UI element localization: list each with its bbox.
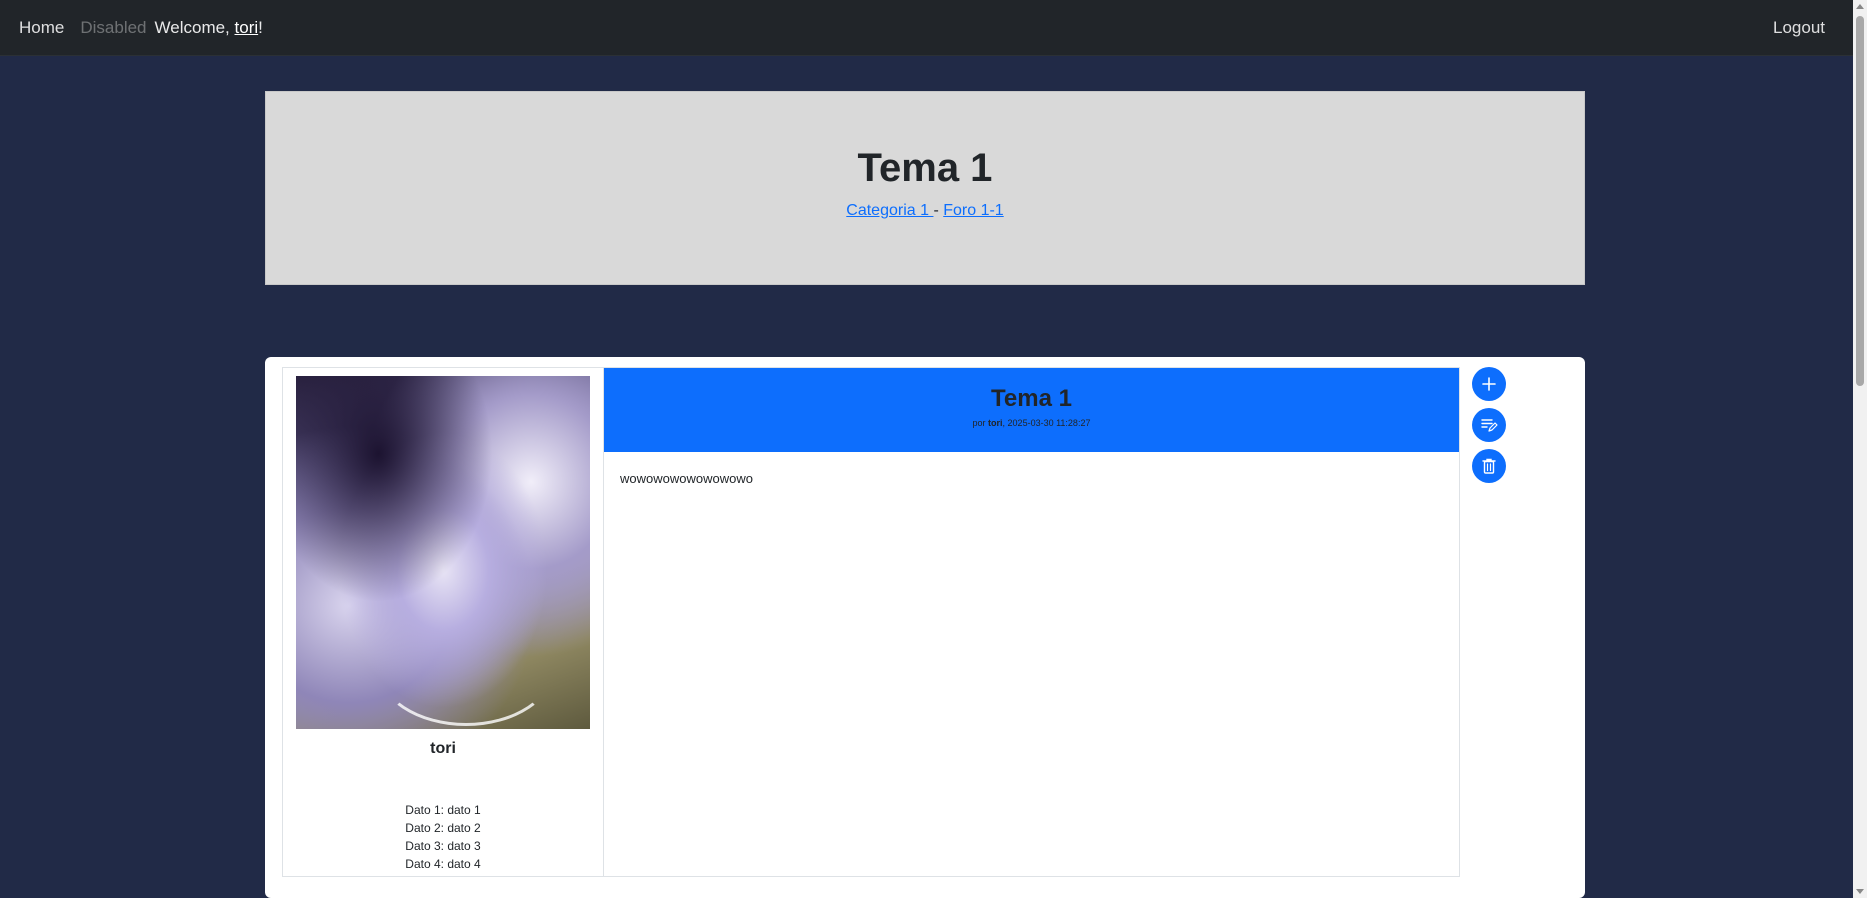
scroll-up-arrow-icon[interactable] <box>1856 4 1864 9</box>
welcome-prefix: Welcome, <box>154 17 235 37</box>
post-meta-date: , 2025-03-30 11:28:27 <box>1002 418 1091 429</box>
breadcrumb: Categoria 1 - Foro 1-1 <box>266 202 1584 220</box>
edit-icon <box>1481 419 1498 432</box>
post-card: tori Dato 1: dato 1 Dato 2: dato 2 Dato … <box>265 357 1585 898</box>
author-data-item: Dato 2: dato 2 <box>405 821 481 835</box>
navbar: Home Disabled Welcome, tori! Logout <box>0 0 1853 56</box>
welcome-suffix: ! <box>258 17 263 37</box>
page-scrollbar[interactable] <box>1853 0 1867 898</box>
author-panel: tori Dato 1: dato 1 Dato 2: dato 2 Dato … <box>282 367 603 877</box>
avatar <box>296 376 590 729</box>
scroll-thumb[interactable] <box>1856 16 1864 386</box>
trash-icon <box>1482 458 1496 474</box>
nav-disabled-link: Disabled <box>80 17 147 37</box>
topic-header: Tema 1 Categoria 1 - Foro 1-1 <box>265 91 1585 285</box>
breadcrumb-forum-link[interactable]: Foro 1-1 <box>943 202 1003 219</box>
post-body: wowowowowowowowo <box>620 471 753 486</box>
author-data-item: Dato 4: dato 4 <box>405 857 481 871</box>
welcome-text: Welcome, tori! <box>155 18 263 38</box>
scroll-down-arrow-icon[interactable] <box>1856 889 1864 894</box>
author-data-item: Dato 3: dato 3 <box>405 839 481 853</box>
add-button[interactable] <box>1472 367 1506 401</box>
post-header: Tema 1 por tori, 2025-03-30 11:28:27 <box>604 368 1459 452</box>
post-meta-author: tori <box>988 418 1003 429</box>
post-meta: por tori, 2025-03-30 11:28:27 <box>604 418 1459 428</box>
nav-home-link[interactable]: Home <box>19 18 64 38</box>
plus-icon <box>1482 377 1496 391</box>
delete-button[interactable] <box>1472 449 1506 483</box>
logout-link[interactable]: Logout <box>1773 18 1825 38</box>
author-name: tori <box>430 740 456 757</box>
post-title: Tema 1 <box>991 385 1072 412</box>
breadcrumb-category-link[interactable]: Categoria 1 <box>846 202 933 219</box>
author-data-list: Dato 1: dato 1 Dato 2: dato 2 Dato 3: da… <box>283 801 603 873</box>
author-data-item: Dato 1: dato 1 <box>405 803 481 817</box>
post-content-panel: Tema 1 por tori, 2025-03-30 11:28:27 wow… <box>603 367 1460 877</box>
post-actions <box>1472 367 1506 490</box>
username-link[interactable]: tori <box>235 18 259 37</box>
edit-button[interactable] <box>1472 408 1506 442</box>
post-meta-prefix: por <box>972 418 989 429</box>
page-title: Tema 1 <box>857 146 993 190</box>
avatar-halo <box>376 606 556 726</box>
breadcrumb-separator: - <box>933 202 944 219</box>
